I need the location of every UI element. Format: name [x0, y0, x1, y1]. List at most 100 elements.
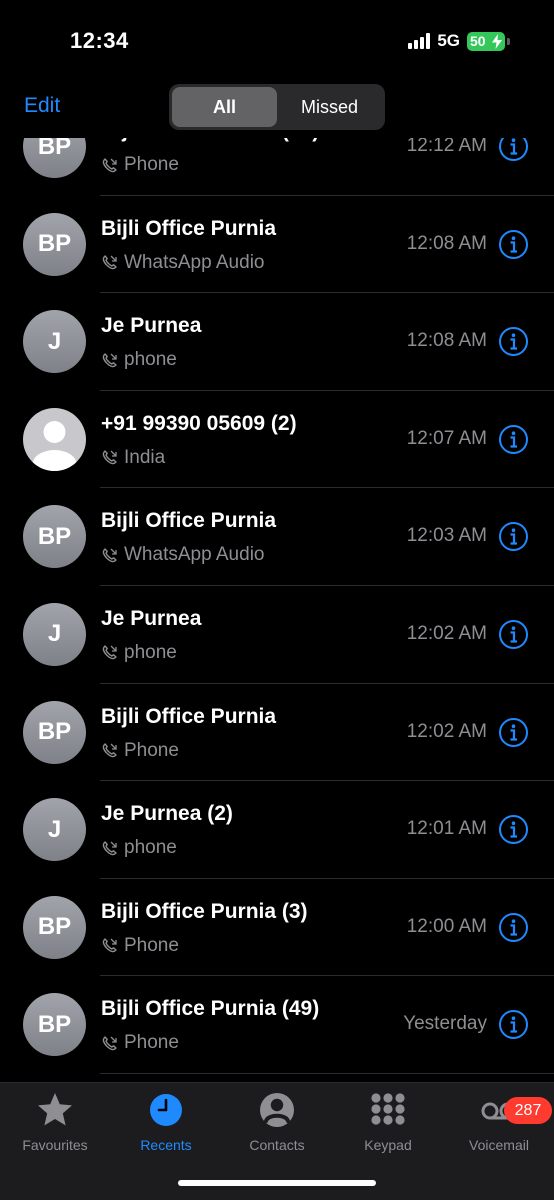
tab-label: Keypad: [364, 1137, 412, 1153]
avatar-initials: J: [47, 327, 62, 355]
recents-list[interactable]: BPBijli Office Purnia (18)Phone12:12 AMB…: [0, 105, 554, 1082]
call-type-label: Phone: [124, 154, 179, 175]
segment-missed[interactable]: Missed: [277, 87, 382, 127]
call-type: phone: [101, 349, 177, 371]
call-type-label: phone: [124, 641, 177, 663]
tab-keypad[interactable]: Keypad: [333, 1091, 443, 1157]
status-time: 12:34: [70, 28, 129, 53]
avatar: J: [23, 798, 86, 862]
caller-name: Bijli Office Purnia: [101, 216, 277, 240]
network-type: 5G: [437, 31, 460, 50]
edit-button[interactable]: Edit: [24, 94, 60, 118]
call-row[interactable]: BP Bijli Office Purnia Phone 12:02 AM: [0, 684, 554, 782]
avatar-initials: BP: [37, 718, 72, 746]
phone-handset-icon: [102, 1036, 117, 1051]
avatar-initials: BP: [37, 522, 72, 550]
info-icon[interactable]: [498, 814, 529, 845]
avatar-initials: J: [47, 815, 62, 843]
tab-label: Voicemail: [469, 1137, 529, 1153]
caller-name: Je Purnea (2): [101, 802, 233, 826]
tab-label: Favourites: [22, 1137, 88, 1153]
call-row[interactable]: +91 99390 05609 (2) India 12:07 AM: [0, 391, 554, 489]
nav-bar: Edit All Missed: [0, 80, 554, 138]
call-type-label: WhatsApp Audio: [124, 544, 265, 566]
call-row[interactable]: BP Bijli Office Purnia WhatsApp Audio 12:03…: [0, 488, 554, 586]
call-row[interactable]: BP Bijli Office Purnia (3) Phone 12:00 AM: [0, 879, 554, 977]
phone-handset-icon: [102, 840, 117, 855]
avatar: BP: [23, 700, 86, 764]
avatar: BP: [23, 895, 86, 959]
info-icon[interactable]: [498, 424, 529, 455]
phone-handset-icon: [102, 255, 117, 270]
tab-recents[interactable]: Recents: [111, 1091, 221, 1157]
call-time: Yesterday: [403, 1013, 487, 1035]
cellular-signal-icon: [408, 33, 431, 49]
battery-level: 50: [470, 33, 486, 49]
call-row[interactable]: BP Bijli Office Purnia WhatsApp Audio 12:08…: [0, 196, 554, 294]
call-time: 12:02 AM: [406, 720, 487, 742]
call-time: 12:12 AM: [406, 135, 487, 156]
info-icon[interactable]: [498, 229, 529, 260]
home-indicator[interactable]: [178, 1180, 376, 1186]
call-type: Phone: [101, 1032, 179, 1054]
battery-tip: [507, 37, 510, 45]
call-time: 12:08 AM: [406, 232, 487, 254]
battery-icon: 50: [467, 31, 505, 51]
person-silhouette-icon: [32, 420, 77, 471]
info-icon[interactable]: [498, 1009, 529, 1040]
caller-name: +91 99390 05609 (2): [101, 411, 297, 435]
call-time: 12:01 AM: [406, 818, 487, 840]
call-row[interactable]: J Je Purnea (2) phone 12:01 AM: [0, 781, 554, 879]
caller-name: Bijli Office Purnia: [101, 509, 277, 533]
phone-handset-icon: [102, 938, 117, 953]
caller-name: Je Purnea: [101, 314, 202, 338]
call-type: Phone: [101, 740, 179, 762]
call-type: phone: [101, 837, 177, 859]
star-icon: [38, 1093, 72, 1126]
voicemail-badge: 287: [504, 1097, 552, 1124]
segment-all[interactable]: All: [172, 87, 277, 127]
info-icon[interactable]: [498, 326, 529, 357]
call-type-label: Phone: [124, 934, 179, 956]
call-type: India: [101, 447, 165, 469]
keypad-icon: [371, 1093, 405, 1125]
caller-name: Je Purnea: [101, 606, 202, 630]
avatar-initials: J: [47, 620, 62, 648]
call-type-label: Phone: [124, 1032, 179, 1054]
call-type: Phone: [101, 935, 179, 957]
avatar-initials: BP: [37, 230, 72, 258]
call-type-label: Phone: [124, 739, 179, 761]
call-type: WhatsApp Audio: [101, 544, 264, 566]
phone-handset-icon: [102, 645, 117, 660]
clock-icon: [150, 1094, 182, 1126]
caller-name: Bijli Office Purnia (49): [101, 997, 320, 1021]
call-type: phone: [101, 642, 177, 664]
call-row[interactable]: J Je Purnea phone 12:02 AM: [0, 586, 554, 684]
call-row[interactable]: BP Bijli Office Purnia (49) Phone Yesterday: [0, 976, 554, 1074]
info-icon[interactable]: [498, 619, 529, 650]
tab-contacts[interactable]: Contacts: [222, 1091, 332, 1157]
phone-handset-icon: [102, 352, 117, 368]
avatar-initials: BP: [37, 913, 72, 941]
call-row[interactable]: J Je Purnea phone 12:08 AM: [0, 293, 554, 391]
caller-name: Bijli Office Purnia (3): [101, 899, 308, 923]
call-type-label: phone: [124, 349, 177, 371]
tab-label: Contacts: [249, 1137, 305, 1153]
phone-handset-icon: [102, 157, 117, 172]
charging-bolt-icon: [492, 33, 502, 49]
tab-label: Recents: [140, 1137, 192, 1153]
phone-handset-icon: [102, 743, 117, 758]
call-type-label: WhatsApp Audio: [124, 251, 265, 273]
tab-favourites[interactable]: Favourites: [0, 1091, 110, 1157]
phone-handset-icon: [102, 548, 117, 563]
info-icon[interactable]: [498, 912, 529, 943]
phone-handset-icon: [102, 450, 117, 465]
call-time: 12:03 AM: [406, 525, 487, 547]
status-indicators: 5G 50: [408, 31, 510, 51]
avatar: BP: [23, 993, 86, 1057]
call-time: 12:02 AM: [406, 622, 487, 644]
tab-voicemail[interactable]: Voicemail 287: [444, 1091, 554, 1157]
avatar: BP: [23, 212, 86, 276]
info-icon[interactable]: [498, 717, 529, 748]
info-icon[interactable]: [498, 521, 529, 552]
